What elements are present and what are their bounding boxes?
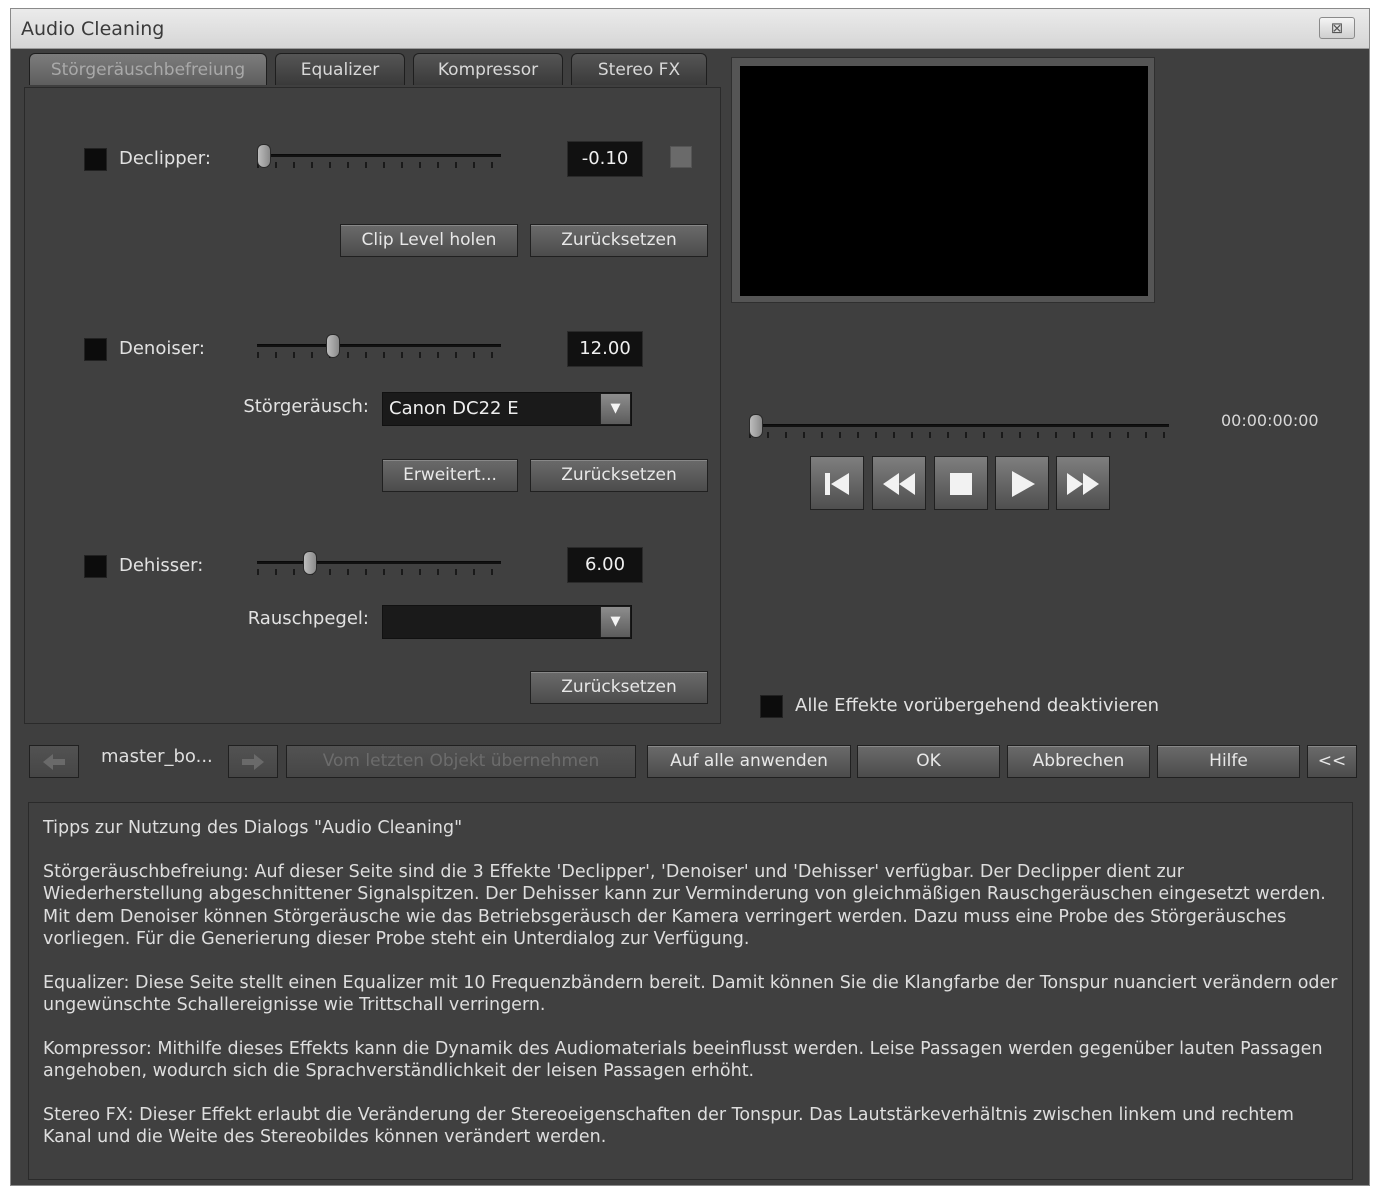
- declipper-value-field[interactable]: -0.10: [567, 141, 643, 177]
- timecode-display: 00:00:00:00: [1221, 411, 1319, 430]
- slider-track: [257, 561, 501, 564]
- slider-track: [257, 344, 501, 347]
- denoiser-slider-thumb[interactable]: [326, 334, 340, 358]
- rauschpegel-label: Rauschpegel:: [247, 608, 369, 629]
- declipper-slider[interactable]: [257, 144, 501, 174]
- ok-button[interactable]: OK: [857, 745, 1000, 778]
- help-paragraph-stoergeraeusch: Störgeräuschbefreiung: Auf dieser Seite …: [43, 861, 1326, 950]
- dehisser-label: Dehisser:: [119, 555, 204, 576]
- declipper-label: Declipper:: [119, 148, 211, 169]
- help-paragraph-kompressor: Kompressor: Mithilfe dieses Effekts kann…: [43, 1038, 1323, 1082]
- cancel-button[interactable]: Abbrechen: [1007, 745, 1150, 778]
- help-paragraph-equalizer: Equalizer: Diese Seite stellt einen Equa…: [43, 972, 1338, 1016]
- rauschpegel-dropdown[interactable]: ▼: [382, 605, 632, 639]
- close-icon: ⊠: [1330, 19, 1344, 37]
- previous-object-button[interactable]: [29, 745, 79, 778]
- erweitert-button[interactable]: Erweitert...: [382, 459, 518, 492]
- tab-kompressor[interactable]: Kompressor: [413, 53, 563, 85]
- chevron-down-icon[interactable]: ▼: [600, 607, 630, 637]
- next-object-button[interactable]: [228, 745, 278, 778]
- stoergeraeusch-value: Canon DC22 E: [389, 398, 519, 419]
- slider-track: [749, 424, 1169, 427]
- slider-ticks: [257, 352, 501, 358]
- audio-cleaning-dialog: Audio Cleaning ⊠ Störgeräuschbefreiung E…: [10, 8, 1370, 1186]
- playback-position-slider[interactable]: [749, 414, 1169, 443]
- slider-ticks: [257, 569, 501, 575]
- object-name-label: master_bo...: [101, 746, 213, 767]
- apply-to-all-button[interactable]: Auf alle anwenden: [647, 745, 851, 778]
- stoergeraeusch-settings-panel: Declipper: -0.10 Clip Level holen Zurück…: [24, 87, 721, 724]
- tab-stereo-fx[interactable]: Stereo FX: [571, 53, 707, 85]
- rewind-icon: [883, 473, 915, 495]
- declipper-checkbox[interactable]: [84, 148, 107, 171]
- play-button[interactable]: [995, 456, 1049, 510]
- stoergeraeusch-label: Störgeräusch:: [243, 396, 369, 417]
- preview-frame: [731, 57, 1155, 303]
- dehisser-slider[interactable]: [257, 551, 501, 581]
- close-button[interactable]: ⊠: [1319, 17, 1355, 39]
- dehisser-slider-thumb[interactable]: [303, 551, 317, 575]
- fast-forward-button[interactable]: [1056, 456, 1110, 510]
- denoiser-checkbox[interactable]: [84, 338, 107, 361]
- fast-forward-icon: [1067, 473, 1099, 495]
- declipper-slider-thumb[interactable]: [257, 144, 271, 168]
- stop-button[interactable]: [934, 456, 988, 510]
- clip-level-holen-button[interactable]: Clip Level holen: [340, 224, 518, 257]
- help-title: Tipps zur Nutzung des Dialogs "Audio Cle…: [43, 818, 463, 838]
- disable-all-effects-checkbox[interactable]: [760, 695, 783, 718]
- help-button[interactable]: Hilfe: [1157, 745, 1300, 778]
- dehisser-checkbox[interactable]: [84, 555, 107, 578]
- slider-ticks: [257, 162, 501, 168]
- help-tips-panel: Tipps zur Nutzung des Dialogs "Audio Cle…: [28, 802, 1353, 1180]
- playback-position-thumb[interactable]: [749, 414, 763, 438]
- rewind-button[interactable]: [872, 456, 926, 510]
- slider-track: [257, 154, 501, 157]
- video-preview: [740, 66, 1148, 296]
- dehisser-value-field[interactable]: 6.00: [567, 547, 643, 583]
- chevron-down-icon[interactable]: ▼: [600, 394, 630, 424]
- arrow-right-icon: [242, 754, 264, 770]
- window-title: Audio Cleaning: [21, 18, 165, 40]
- dehisser-reset-button[interactable]: Zurücksetzen: [530, 671, 708, 704]
- declipper-reset-button[interactable]: Zurücksetzen: [530, 224, 708, 257]
- stoergeraeusch-dropdown[interactable]: Canon DC22 E ▼: [382, 392, 632, 426]
- denoiser-label: Denoiser:: [119, 338, 205, 359]
- stop-icon: [950, 473, 972, 495]
- skip-to-start-button[interactable]: [810, 456, 864, 510]
- denoiser-slider[interactable]: [257, 334, 501, 364]
- play-icon: [1012, 471, 1035, 497]
- title-bar: Audio Cleaning ⊠: [11, 9, 1369, 49]
- collapse-help-button[interactable]: <<: [1307, 745, 1357, 778]
- tab-stoergeraeuschbefreiung[interactable]: Störgeräuschbefreiung: [29, 53, 267, 85]
- disable-all-effects-label: Alle Effekte vorübergehend deaktivieren: [795, 695, 1160, 716]
- help-paragraph-stereo-fx: Stereo FX: Dieser Effekt erlaubt die Ver…: [43, 1104, 1294, 1148]
- skip-to-start-icon: [825, 473, 849, 495]
- take-from-last-object-button[interactable]: Vom letzten Objekt übernehmen: [286, 745, 636, 778]
- arrow-left-icon: [43, 754, 65, 770]
- denoiser-value-field[interactable]: 12.00: [567, 331, 643, 367]
- declipper-clip-indicator: [670, 146, 692, 168]
- tab-equalizer[interactable]: Equalizer: [275, 53, 405, 85]
- denoiser-reset-button[interactable]: Zurücksetzen: [530, 459, 708, 492]
- slider-ticks: [749, 432, 1169, 438]
